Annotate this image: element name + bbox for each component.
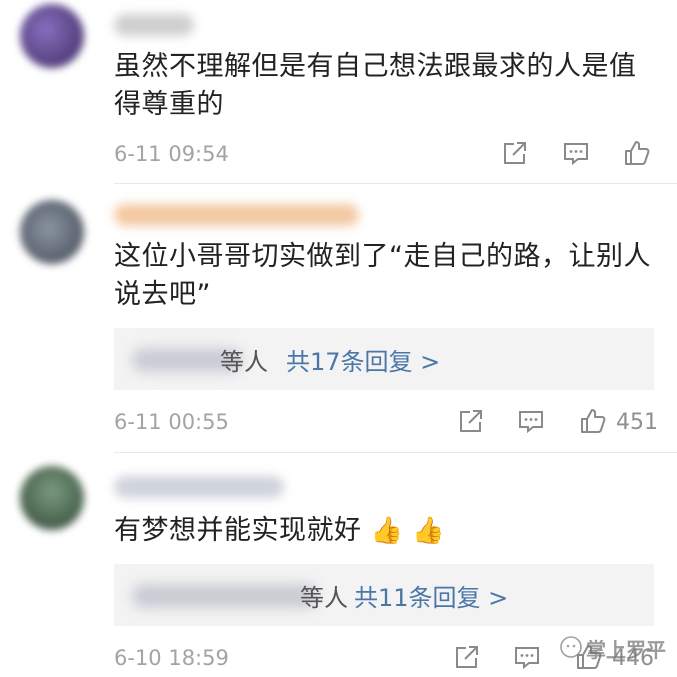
divider: [114, 183, 677, 184]
username[interactable]: [114, 476, 284, 498]
username[interactable]: [114, 14, 194, 36]
replies-link[interactable]: 共17条回复 >: [286, 342, 440, 377]
username[interactable]: [114, 204, 359, 226]
share-icon[interactable]: [452, 642, 482, 672]
reply-usernames: [132, 584, 317, 608]
thumbs-up-emoji: 👍 👍: [370, 516, 446, 546]
avatar[interactable]: [20, 4, 84, 68]
replies-box[interactable]: 等人 共17条回复 >: [114, 328, 654, 390]
like-icon[interactable]: [578, 406, 608, 436]
replies-link[interactable]: 共11条回复 >: [354, 578, 508, 613]
comment-icon[interactable]: [561, 138, 591, 168]
replies-suffix: 等人: [300, 584, 348, 612]
like-icon[interactable]: [622, 138, 652, 168]
comment-text: 虽然不理解但是有自己想法跟最求的人是值得尊重的: [114, 51, 637, 120]
comment-time: 6-11 09:54: [114, 142, 229, 166]
wechat-logo-icon: [560, 636, 582, 658]
share-icon[interactable]: [456, 406, 486, 436]
comment-text-body: 有梦想并能实现就好: [114, 515, 362, 546]
watermark: 掌上罗平: [560, 634, 672, 662]
comment-time: 6-10 18:59: [114, 646, 229, 670]
avatar[interactable]: [20, 466, 84, 530]
replies-suffix: 等人: [220, 348, 268, 376]
like-count: 451: [616, 410, 658, 435]
comment-feed: 虽然不理解但是有自己想法跟最求的人是值得尊重的 6-11 09:54 这位小哥哥…: [0, 0, 677, 677]
watermark-text: 掌上罗平: [586, 638, 666, 662]
comment-text: 有梦想并能实现就好 👍 👍: [114, 512, 659, 550]
replies-box[interactable]: 等人 共11条回复 >: [114, 564, 654, 626]
divider: [114, 452, 677, 453]
comment-meta: 6-11 00:55 451: [0, 406, 677, 440]
comment-icon[interactable]: [516, 406, 546, 436]
share-icon[interactable]: [500, 138, 530, 168]
comment-icon[interactable]: [512, 642, 542, 672]
avatar[interactable]: [20, 200, 84, 264]
comment-text: 这位小哥哥切实做到了“走自己的路，让别人说去吧”: [114, 241, 651, 310]
comment-meta: 6-11 09:54: [0, 138, 677, 172]
comment-time: 6-11 00:55: [114, 410, 229, 434]
